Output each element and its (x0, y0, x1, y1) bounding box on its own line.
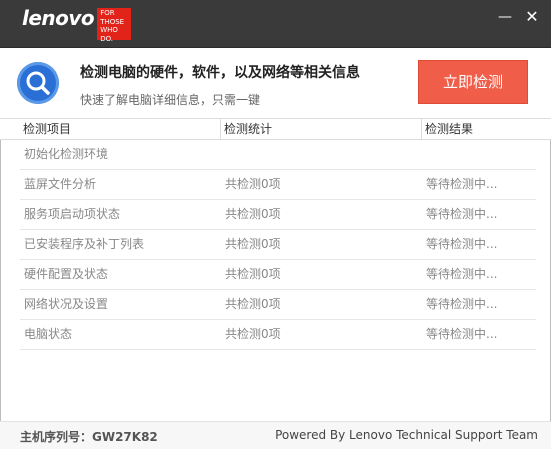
logo-tagline-line-2: THOSE (100, 17, 125, 26)
row-result: 等待检测中... (426, 237, 498, 251)
table-row: 蓝屏文件分析 共检测0项 等待检测中... (20, 170, 536, 200)
logo-tagline: FOR THOSE WHO DO. (97, 8, 132, 43)
table-row: 已安装程序及补丁列表 共检测0项 等待检测中... (20, 230, 536, 260)
row-result: 等待检测中... (426, 207, 498, 221)
row-count: 共检测0项 (225, 327, 281, 341)
status-footer: 主机序列号：GW27K82 Powered By Lenovo Technica… (0, 421, 551, 449)
title-bar: lenovo FOR THOSE WHO DO. — ✕ (0, 0, 551, 48)
row-result: 等待检测中... (426, 327, 498, 341)
table-row: 服务项启动项状态 共检测0项 等待检测中... (20, 200, 536, 230)
lenovo-logo: lenovo FOR THOSE WHO DO. (22, 5, 132, 43)
start-detection-button[interactable]: 立即检测 (418, 60, 528, 104)
header-subtitle: 快速了解电脑详细信息，只需一键 (80, 93, 261, 107)
row-item: 蓝屏文件分析 (24, 177, 97, 191)
serial-number: 主机序列号：GW27K82 (20, 430, 158, 444)
row-item: 已安装程序及补丁列表 (24, 237, 145, 251)
column-header-item: 检测项目 (23, 122, 72, 136)
minimize-button[interactable]: — (495, 8, 515, 28)
detection-table: 初始化检测环境 蓝屏文件分析 共检测0项 等待检测中... 服务项启动项状态 共… (0, 140, 551, 416)
table-header: 检测项目 检测统计 检测结果 (0, 118, 551, 140)
row-result: 等待检测中... (426, 267, 498, 281)
header-title: 检测电脑的硬件，软件，以及网络等相关信息 (80, 65, 360, 81)
logo-tagline-line-3: WHO DO. (100, 26, 118, 43)
powered-by-text: Powered By Lenovo Technical Support Team (275, 428, 538, 442)
table-row: 网络状况及设置 共检测0项 等待检测中... (20, 290, 536, 320)
minimize-icon: — (498, 9, 512, 25)
row-count: 共检测0项 (225, 267, 281, 281)
close-icon: ✕ (525, 7, 539, 26)
row-count: 共检测0项 (225, 177, 281, 191)
close-button[interactable]: ✕ (522, 8, 542, 28)
logo-tagline-line-1: FOR (100, 9, 115, 17)
row-item: 硬件配置及状态 (24, 267, 109, 281)
row-item: 初始化检测环境 (24, 147, 109, 161)
table-row: 电脑状态 共检测0项 等待检测中... (20, 320, 536, 350)
search-icon (17, 62, 59, 104)
detection-header: 检测电脑的硬件，软件，以及网络等相关信息 快速了解电脑详细信息，只需一键 立即检… (0, 48, 551, 118)
row-result: 等待检测中... (426, 297, 498, 311)
table-row: 初始化检测环境 (20, 140, 536, 170)
row-count: 共检测0项 (225, 237, 281, 251)
table-row: 硬件配置及状态 共检测0项 等待检测中... (20, 260, 536, 290)
row-count: 共检测0项 (225, 297, 281, 311)
row-item: 服务项启动项状态 (24, 207, 121, 221)
column-header-result: 检测结果 (421, 119, 473, 139)
row-item: 网络状况及设置 (24, 297, 109, 311)
logo-wordmark: lenovo (22, 6, 95, 30)
row-item: 电脑状态 (24, 327, 73, 341)
row-result: 等待检测中... (426, 177, 498, 191)
column-header-count: 检测统计 (220, 119, 272, 139)
row-count: 共检测0项 (225, 207, 281, 221)
